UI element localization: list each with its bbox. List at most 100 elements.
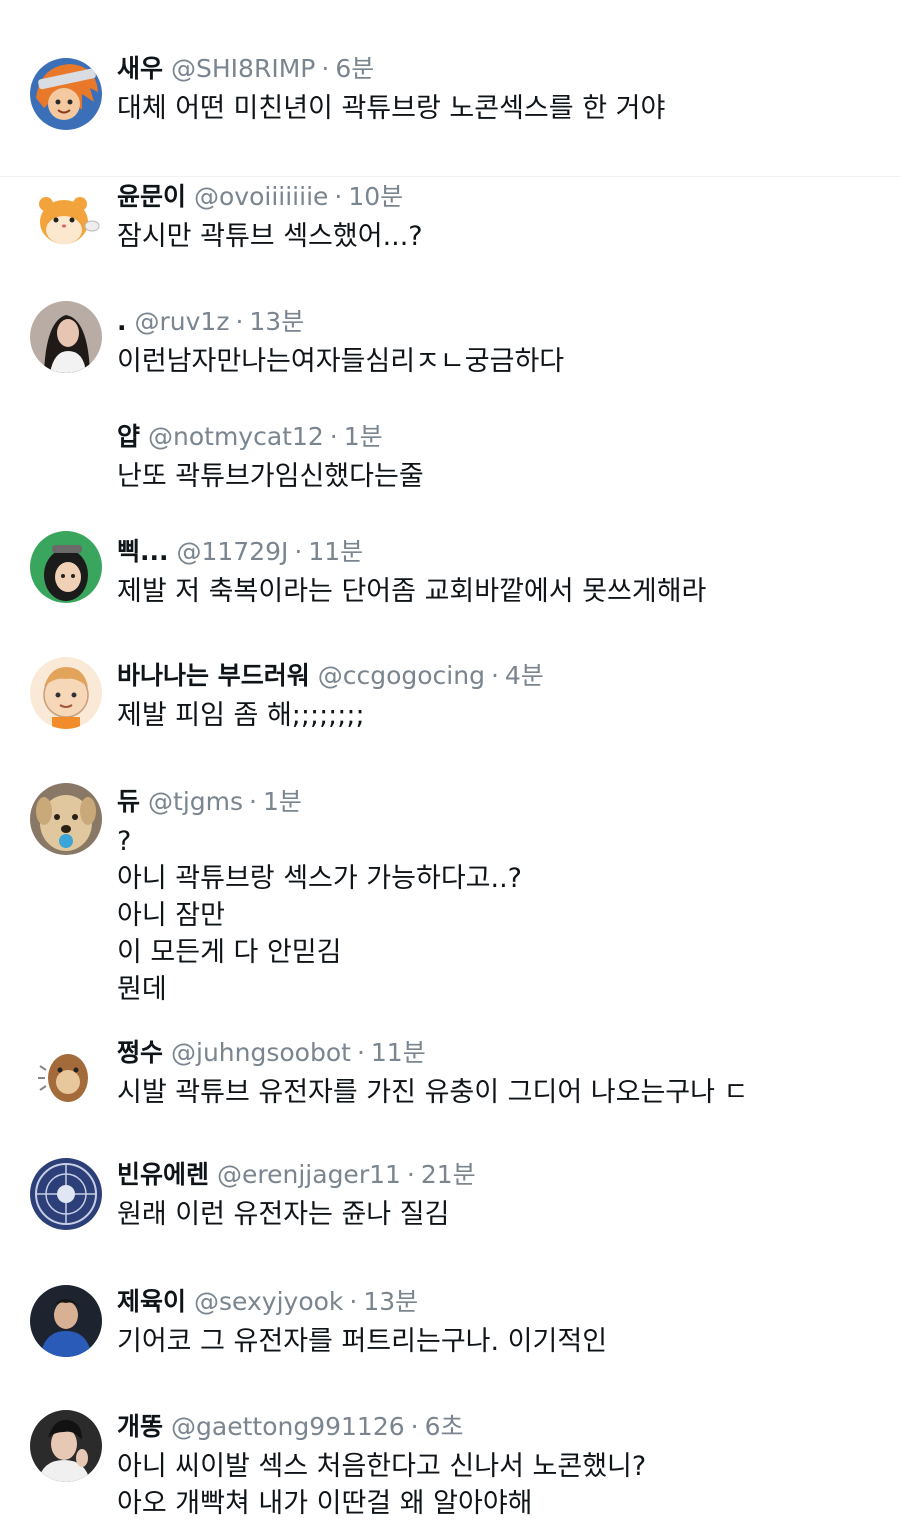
tweet-line: ? (117, 826, 132, 857)
timestamp[interactable]: 21분 (421, 1160, 476, 1189)
tweet-line: 아니 씨이발 섹스 처음한다고 신나서 노콘했니? (117, 1451, 647, 1482)
cartoon-girl-avatar (30, 531, 102, 603)
user-name[interactable]: 듀 (117, 787, 140, 816)
separator-dot: · (334, 182, 343, 211)
tweet-line: 아니 곽튜브랑 섹스가 가능하다고..? (117, 863, 523, 894)
anime-orange-hair-avatar (30, 58, 102, 130)
user-name[interactable]: 얍 (117, 422, 140, 451)
user-handle[interactable]: @ccgogocing (318, 661, 485, 690)
emblem-avatar (30, 1158, 102, 1230)
avatar[interactable] (30, 182, 102, 254)
tweet-line: 이런남자만나는여자들심리ㅈㄴ궁금하다 (117, 346, 565, 377)
person-photo-avatar (30, 1410, 102, 1482)
avatar[interactable] (30, 1158, 102, 1230)
avatar[interactable] (30, 58, 102, 130)
user-handle[interactable]: @tjgms (148, 787, 243, 816)
user-handle[interactable]: @notmycat12 (148, 422, 324, 451)
timestamp[interactable]: 1분 (263, 787, 302, 816)
tweet-text: 아니 씨이발 섹스 처음한다고 신나서 노콘했니? 아오 개빡쳐 내가 이딴걸 … (117, 1448, 646, 1522)
woman-photo-avatar (30, 301, 102, 373)
tweet-text: 기어코 그 유전자를 퍼트리는구나. 이기적인 (117, 1323, 607, 1360)
tweet-line: 대체 어떤 미친년이 곽튜브랑 노콘섹스를 한 거야 (117, 93, 666, 124)
tweet-text: 난또 곽튜브가임신했다는줄 (117, 458, 424, 495)
tweet-text: 제발 피임 좀 해;;;;;;;; (117, 697, 365, 734)
timestamp[interactable]: 13분 (363, 1287, 418, 1316)
tweet-header: 윤문이 @ovoiiiiiiie · 10분 (117, 180, 403, 214)
tweet-text: 시발 곽튜브 유전자를 가진 유충이 그디어 나오는구나 ㄷ (117, 1074, 748, 1111)
timestamp[interactable]: 6초 (425, 1412, 464, 1441)
tweet-text: ? 아니 곽튜브랑 섹스가 가능하다고..? 아니 잠만 이 모든게 다 안믿김… (117, 823, 522, 1008)
tweet-header: 개똥 @gaettong991126 · 6초 (117, 1410, 464, 1444)
avatar[interactable] (30, 657, 102, 729)
tweet-text: 원래 이런 유전자는 쥰나 질김 (117, 1196, 449, 1233)
user-name[interactable]: 제육이 (117, 1287, 186, 1316)
tweet-header: 새우 @SHI8RIMP · 6분 (117, 52, 374, 86)
tweet-line: 원래 이런 유전자는 쥰나 질김 (117, 1199, 450, 1230)
tweet-line: 기어코 그 유전자를 퍼트리는구나. 이기적인 (117, 1326, 608, 1357)
timestamp[interactable]: 4분 (505, 661, 544, 690)
tweet-header: . @ruv1z · 13분 (117, 305, 304, 339)
user-name[interactable]: 바나나는 부드러워 (117, 661, 310, 690)
user-handle[interactable]: @SHI8RIMP (171, 54, 315, 83)
timestamp[interactable]: 13분 (249, 307, 304, 336)
tweet-line: 잠시만 곽튜브 섹스했어...? (117, 221, 423, 252)
user-handle[interactable]: @ovoiiiiiiie (194, 182, 328, 211)
tweet-line: 뭔데 (117, 974, 167, 1005)
user-name[interactable]: 삑... (117, 537, 169, 566)
separator-dot: · (321, 54, 330, 83)
avatar[interactable] (30, 1036, 102, 1108)
user-name[interactable]: 쩡수 (117, 1038, 163, 1067)
separator-dot: · (410, 1412, 419, 1441)
tweet-line: 이 모든게 다 안믿김 (117, 937, 342, 968)
avatar[interactable] (30, 1410, 102, 1482)
separator-dot: · (249, 787, 257, 816)
cartoon-otter-avatar (30, 1036, 102, 1108)
user-handle[interactable]: @gaettong991126 (171, 1412, 405, 1441)
tweet-text: 이런남자만나는여자들심리ㅈㄴ궁금하다 (117, 343, 564, 380)
separator-dot: · (294, 537, 303, 566)
timestamp[interactable]: 1분 (344, 422, 383, 451)
user-name[interactable]: 빈유에렌 (117, 1160, 209, 1189)
tweet-line: 제발 피임 좀 해;;;;;;;; (117, 700, 365, 731)
tweet-header: 듀 @tjgms · 1분 (117, 785, 302, 819)
user-handle[interactable]: @erenjjager11 (217, 1160, 401, 1189)
separator-dot: · (349, 1287, 358, 1316)
tweet-line: 난또 곽튜브가임신했다는줄 (117, 461, 424, 492)
separator-dot: · (356, 1038, 365, 1067)
timestamp[interactable]: 6분 (335, 54, 374, 83)
user-name[interactable]: . (117, 307, 127, 336)
user-handle[interactable]: @ruv1z (135, 307, 230, 336)
timestamp[interactable]: 10분 (348, 182, 403, 211)
separator-dot: · (235, 307, 244, 336)
tweet-text: 대체 어떤 미친년이 곽튜브랑 노콘섹스를 한 거야 (117, 90, 665, 127)
cartoon-character-avatar (30, 657, 102, 729)
tweet-text: 잠시만 곽튜브 섹스했어...? (117, 218, 423, 255)
avatar[interactable] (30, 301, 102, 373)
user-name[interactable]: 개똥 (117, 1412, 163, 1441)
user-handle[interactable]: @11729J (177, 537, 289, 566)
tweet-line: 아오 개빡쳐 내가 이딴걸 왜 알아야해 (117, 1488, 533, 1519)
tweet-header: 바나나는 부드러워 @ccgogocing · 4분 (117, 659, 544, 693)
separator-dot: · (490, 661, 499, 690)
tweet-line: 시발 곽튜브 유전자를 가진 유충이 그디어 나오는구나 ㄷ (117, 1077, 749, 1108)
user-name[interactable]: 윤문이 (117, 182, 186, 211)
tweet-text: 제발 저 축복이라는 단어좀 교회바깥에서 못쓰게해라 (117, 573, 706, 610)
timestamp[interactable]: 11분 (308, 537, 363, 566)
tweet-header: 제육이 @sexyjyook · 13분 (117, 1285, 418, 1319)
user-handle[interactable]: @sexyjyook (194, 1287, 343, 1316)
tweet-line: 아니 잠만 (117, 900, 225, 931)
tweet-header: 얍 @notmycat12 · 1분 (117, 420, 383, 454)
timestamp[interactable]: 11분 (371, 1038, 426, 1067)
user-handle[interactable]: @juhngsoobot (171, 1038, 351, 1067)
avatar[interactable] (30, 1285, 102, 1357)
user-name[interactable]: 새우 (117, 54, 163, 83)
dog-photo-avatar (30, 783, 102, 855)
tweet-header: 쩡수 @juhngsoobot · 11분 (117, 1036, 426, 1070)
tweet-line: 제발 저 축복이라는 단어좀 교회바깥에서 못쓰게해라 (117, 576, 707, 607)
soccer-player-photo-avatar (30, 1285, 102, 1357)
avatar[interactable] (30, 531, 102, 603)
separator-dot: · (406, 1160, 415, 1189)
avatar[interactable] (30, 783, 102, 855)
separator-dot: · (329, 422, 338, 451)
tweet-header: 삑... @11729J · 11분 (117, 535, 363, 569)
